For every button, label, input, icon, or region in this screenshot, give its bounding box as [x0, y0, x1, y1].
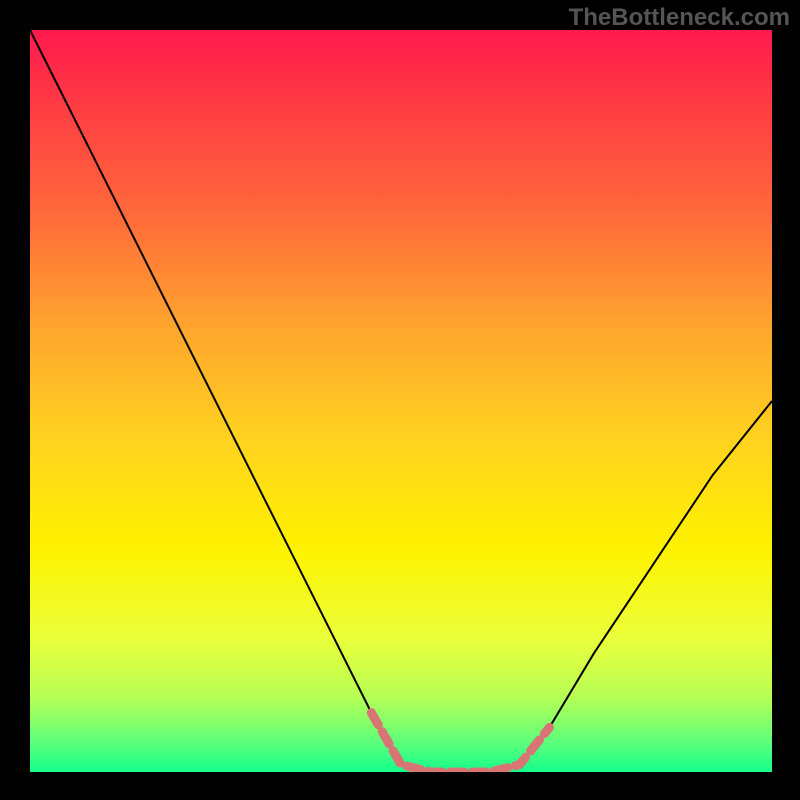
chart-overlay [30, 30, 772, 772]
watermark-label: TheBottleneck.com [569, 4, 790, 32]
chart-container: TheBottleneck.com [0, 0, 800, 800]
optimal-zone-accent [371, 713, 549, 772]
bottleneck-curve [30, 30, 772, 772]
plot-area [30, 30, 772, 772]
